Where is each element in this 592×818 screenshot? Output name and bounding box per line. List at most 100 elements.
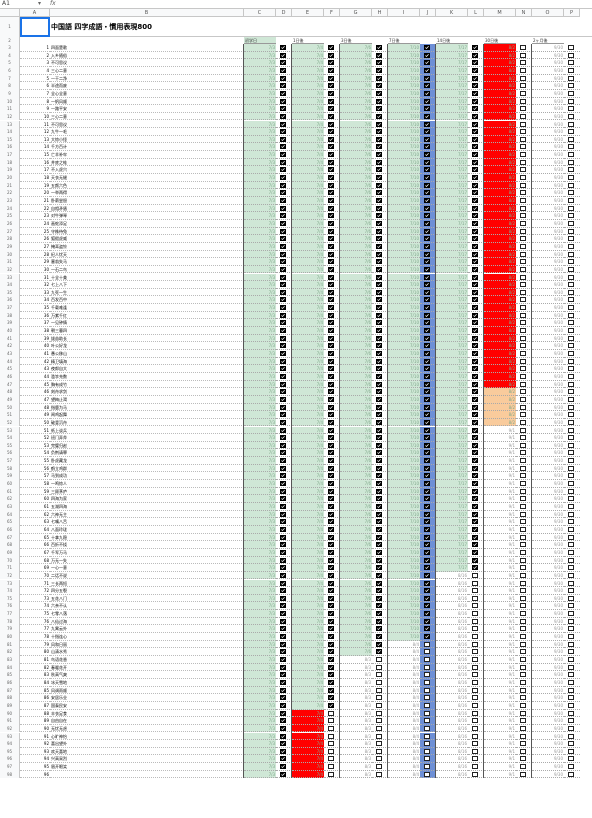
review-checkbox[interactable] [324,205,340,213]
review-date-cell[interactable]: 7/17 [436,296,468,305]
row-header[interactable]: 72 [0,571,20,580]
review-checkbox[interactable] [324,602,340,611]
review-date-cell[interactable]: 8/2 [484,97,516,106]
review-checkbox[interactable] [276,595,292,603]
review-checkbox[interactable] [372,235,388,243]
checked-checkbox-icon[interactable] [424,618,430,624]
phrase-cell[interactable]: 纸上谈兵 [50,427,244,435]
phrase-cell[interactable]: 守株待兔 [50,228,244,236]
checked-checkbox-icon[interactable] [424,60,430,66]
checked-checkbox-icon[interactable] [472,190,478,196]
checkbox-icon[interactable] [424,687,430,693]
review-date-cell[interactable]: 7/3 [244,441,276,450]
review-checkbox[interactable] [468,625,484,634]
item-number-cell[interactable]: 77 [20,625,50,634]
review-checkbox[interactable] [564,327,580,335]
review-date-cell[interactable]: 7/6 [340,357,372,366]
review-checkbox[interactable] [276,197,292,205]
checked-checkbox-icon[interactable] [376,106,382,112]
checked-checkbox-icon[interactable] [328,282,334,288]
checked-checkbox-icon[interactable] [472,167,478,173]
review-date-cell[interactable]: 7/4 [292,656,324,664]
review-checkbox[interactable] [276,327,292,335]
phrase-cell[interactable]: 十拿九稳 [50,534,244,542]
review-checkbox[interactable] [372,166,388,175]
review-checkbox[interactable] [516,90,532,98]
review-date-cell[interactable]: 7/6 [340,288,372,297]
review-date-cell[interactable]: 7/6 [340,311,372,320]
checked-checkbox-icon[interactable] [376,129,382,135]
checked-checkbox-icon[interactable] [280,427,286,433]
review-checkbox[interactable] [276,465,292,473]
review-checkbox[interactable] [468,694,484,702]
review-date-cell[interactable]: 7/4 [292,334,324,343]
review-date-cell[interactable]: 8/4 [388,663,420,672]
checked-checkbox-icon[interactable] [424,282,430,288]
review-checkbox[interactable] [276,396,292,404]
review-checkbox[interactable] [420,464,436,473]
review-date-cell[interactable]: 7/3 [244,350,276,358]
review-date-cell[interactable]: 7/10 [388,441,420,450]
checked-checkbox-icon[interactable] [328,565,334,571]
checkbox-icon[interactable] [472,588,478,594]
row-header[interactable]: 98 [0,770,20,779]
review-checkbox[interactable] [420,487,436,496]
review-checkbox[interactable] [564,281,580,289]
checked-checkbox-icon[interactable] [280,549,286,555]
checked-checkbox-icon[interactable] [280,343,286,349]
review-checkbox[interactable] [420,82,436,90]
checked-checkbox-icon[interactable] [472,159,478,165]
review-date-cell[interactable]: 7/4 [292,403,324,412]
checkbox-icon[interactable] [568,679,574,685]
row-header[interactable]: 92 [0,724,20,733]
checkbox-icon[interactable] [472,695,478,701]
phrase-cell[interactable]: 五湖四海 [50,503,244,511]
review-date-cell[interactable]: 7/3 [244,51,276,60]
review-date-cell[interactable]: 7/17 [436,204,468,213]
checkbox-icon[interactable] [424,756,430,762]
review-checkbox[interactable] [324,755,340,764]
review-date-cell[interactable]: 7/3 [244,541,276,549]
checkbox-icon[interactable] [472,679,478,685]
checked-checkbox-icon[interactable] [376,634,382,640]
review-date-cell[interactable]: 7/3 [244,656,276,664]
review-date-cell[interactable]: 7/3 [244,464,276,473]
checked-checkbox-icon[interactable] [424,205,430,211]
checked-checkbox-icon[interactable] [472,450,478,456]
review-checkbox[interactable] [516,365,532,373]
review-checkbox[interactable] [468,358,484,366]
checkbox-icon[interactable] [568,282,574,288]
review-date-cell[interactable]: 8/4 [388,740,420,748]
review-date-cell[interactable]: 7/17 [436,59,468,67]
checked-checkbox-icon[interactable] [472,45,478,50]
phrase-cell[interactable]: 全心全意 [50,90,244,98]
row-header[interactable]: 13 [0,120,20,129]
review-checkbox[interactable] [420,617,436,626]
review-date-cell[interactable]: 9/1 [484,602,516,611]
checked-checkbox-icon[interactable] [376,595,382,601]
review-date-cell[interactable]: 7/3 [244,740,276,748]
review-checkbox[interactable] [372,243,388,251]
review-checkbox[interactable] [516,702,532,710]
checked-checkbox-icon[interactable] [328,198,334,203]
review-checkbox[interactable] [420,747,436,756]
row-header[interactable]: 70 [0,556,20,565]
review-checkbox[interactable] [372,258,388,266]
review-checkbox[interactable] [564,457,580,465]
review-date-cell[interactable]: 7/6 [340,556,372,565]
checkbox-icon[interactable] [520,144,526,150]
review-checkbox[interactable] [516,59,532,67]
checked-checkbox-icon[interactable] [472,511,478,517]
review-date-cell[interactable]: 7/10 [388,403,420,412]
review-date-cell[interactable]: 7/6 [340,633,372,641]
checked-checkbox-icon[interactable] [472,427,478,433]
checked-checkbox-icon[interactable] [376,305,382,311]
review-date-cell[interactable]: 7/17 [436,265,468,274]
review-date-cell[interactable]: 7/3 [244,281,276,289]
checked-checkbox-icon[interactable] [472,549,478,555]
review-checkbox[interactable] [468,755,484,764]
checked-checkbox-icon[interactable] [472,465,478,471]
checked-checkbox-icon[interactable] [280,595,286,601]
review-date-cell[interactable]: 8/2 [484,89,516,98]
review-checkbox[interactable] [276,702,292,710]
